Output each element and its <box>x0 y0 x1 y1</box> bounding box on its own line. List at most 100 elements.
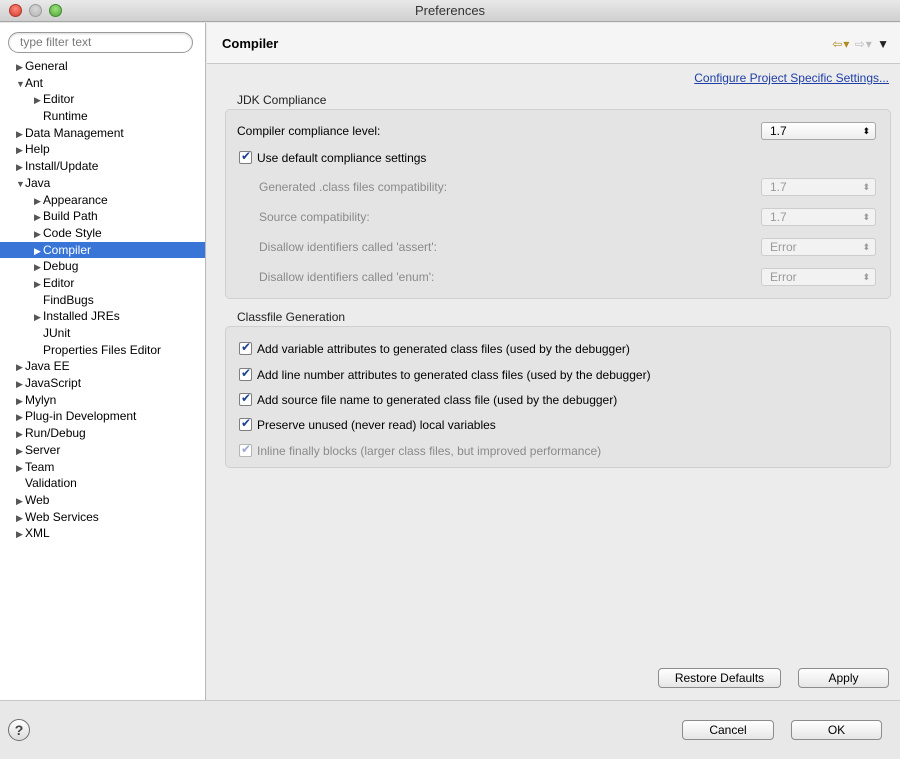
collapsed-arrow-icon[interactable]: ▶ <box>16 126 25 143</box>
collapsed-arrow-icon[interactable]: ▶ <box>16 159 25 176</box>
view-menu-icon[interactable]: ▼ <box>877 37 890 51</box>
minimize-window-button[interactable] <box>29 4 42 17</box>
configure-project-settings-link[interactable]: Configure Project Specific Settings... <box>694 71 889 85</box>
expanded-arrow-icon[interactable]: ▼ <box>16 176 25 193</box>
collapsed-arrow-icon[interactable]: ▶ <box>16 526 25 543</box>
preserve-unused-locals-checkbox[interactable] <box>239 416 252 431</box>
tree-item-install-update[interactable]: ▶ Install/Update <box>0 158 205 175</box>
collapsed-arrow-icon[interactable]: ▶ <box>16 409 25 426</box>
collapsed-arrow-icon[interactable]: ▶ <box>34 209 43 226</box>
tree-item-run-debug[interactable]: ▶ Run/Debug <box>0 425 205 442</box>
page-header: Compiler ⇦▾ ⇨▾ ▼ <box>207 23 900 64</box>
help-icon[interactable]: ? <box>8 719 30 741</box>
tree-item-label: JavaScript <box>25 376 82 391</box>
tree-item-properties-files-editor[interactable]: Properties Files Editor <box>0 342 205 359</box>
tree-item-xml[interactable]: ▶ XML <box>0 525 205 542</box>
collapsed-arrow-icon[interactable]: ▶ <box>16 493 25 510</box>
tree-item-label: Team <box>25 459 55 474</box>
collapsed-arrow-icon[interactable]: ▶ <box>34 259 43 276</box>
collapsed-arrow-icon[interactable]: ▶ <box>16 460 25 477</box>
tree-item-installed-jres[interactable]: ▶ Installed JREs <box>0 308 205 325</box>
expanded-arrow-icon[interactable]: ▼ <box>16 76 25 93</box>
tree-item-ant[interactable]: ▼Ant <box>0 75 205 92</box>
cancel-button[interactable]: Cancel <box>682 720 774 740</box>
tree-item-label: Run/Debug <box>25 426 86 441</box>
tree-item-web[interactable]: ▶ Web <box>0 492 205 509</box>
tree-item-runtime[interactable]: Runtime <box>0 108 205 125</box>
inline-finally-checkbox[interactable] <box>239 442 252 457</box>
source-compatibility-label: Source compatibility: <box>259 210 370 224</box>
tree-item-web-services[interactable]: ▶ Web Services <box>0 509 205 526</box>
tree-item-plug-in-development[interactable]: ▶ Plug-in Development <box>0 408 205 425</box>
disallow-assert-select[interactable]: Error ⬍ <box>761 238 876 256</box>
collapsed-arrow-icon[interactable]: ▶ <box>34 226 43 243</box>
line-number-attributes-checkbox[interactable] <box>239 366 252 381</box>
collapsed-arrow-icon[interactable]: ▶ <box>34 309 43 326</box>
tree-item-java-ee[interactable]: ▶ Java EE <box>0 358 205 375</box>
tree-item-server[interactable]: ▶ Server <box>0 442 205 459</box>
variable-attributes-checkbox[interactable] <box>239 340 252 355</box>
collapsed-arrow-icon[interactable]: ▶ <box>16 142 25 159</box>
tree-item-code-style[interactable]: ▶ Code Style <box>0 225 205 242</box>
classfile-option-row: Preserve unused (never read) local varia… <box>239 416 496 432</box>
tree-item-java[interactable]: ▼Java <box>0 175 205 192</box>
source-file-name-label: Add source file name to generated class … <box>257 393 618 407</box>
disallow-enum-value: Error <box>770 270 797 284</box>
disallow-enum-select[interactable]: Error ⬍ <box>761 268 876 286</box>
compliance-level-select[interactable]: 1.7 ⬍ <box>761 122 876 140</box>
tree-item-label: FindBugs <box>43 292 94 307</box>
tree-item-appearance[interactable]: ▶ Appearance <box>0 192 205 209</box>
tree-item-mylyn[interactable]: ▶ Mylyn <box>0 392 205 409</box>
source-compatibility-select[interactable]: 1.7 ⬍ <box>761 208 876 226</box>
tree-item-javascript[interactable]: ▶ JavaScript <box>0 375 205 392</box>
collapsed-arrow-icon[interactable]: ▶ <box>34 243 43 260</box>
restore-defaults-button[interactable]: Restore Defaults <box>658 668 781 688</box>
tree-item-build-path[interactable]: ▶ Build Path <box>0 208 205 225</box>
classfile-option-row: Add variable attributes to generated cla… <box>239 340 630 356</box>
collapsed-arrow-icon[interactable]: ▶ <box>16 426 25 443</box>
tree-item-compiler[interactable]: ▶ Compiler <box>0 241 205 260</box>
collapsed-arrow-icon[interactable]: ▶ <box>16 443 25 460</box>
compliance-level-value: 1.7 <box>770 124 787 138</box>
classfile-option-row: Inline finally blocks (larger class file… <box>239 442 601 458</box>
tree-item-label: Validation <box>25 476 77 491</box>
preference-page: Compiler ⇦▾ ⇨▾ ▼ Configure Project Speci… <box>207 23 900 700</box>
title-bar: Preferences <box>0 0 900 22</box>
collapsed-arrow-icon[interactable]: ▶ <box>16 393 25 410</box>
filter-input[interactable]: type filter text <box>8 32 193 53</box>
tree-item-help[interactable]: ▶ Help <box>0 141 205 158</box>
tree-item-findbugs[interactable]: FindBugs <box>0 292 205 309</box>
tree-item-validation[interactable]: Validation <box>0 475 205 492</box>
apply-button[interactable]: Apply <box>798 668 889 688</box>
tree-item-label: Mylyn <box>25 392 57 407</box>
tree-item-editor[interactable]: ▶ Editor <box>0 275 205 292</box>
tree-item-junit[interactable]: JUnit <box>0 325 205 342</box>
collapsed-arrow-icon[interactable]: ▶ <box>34 193 43 210</box>
use-default-compliance-checkbox[interactable] <box>239 149 252 164</box>
tree-item-label: Help <box>25 142 50 157</box>
tree-item-general[interactable]: ▶ General <box>0 58 205 75</box>
jdk-compliance-group: Compiler compliance level: 1.7 ⬍ Use def… <box>225 109 891 299</box>
close-window-button[interactable] <box>9 4 22 17</box>
disallow-assert-value: Error <box>770 240 797 254</box>
tree-item-debug[interactable]: ▶ Debug <box>0 258 205 275</box>
zoom-window-button[interactable] <box>49 4 62 17</box>
tree-item-label: Editor <box>43 92 75 107</box>
use-default-compliance-label: Use default compliance settings <box>257 151 427 165</box>
collapsed-arrow-icon[interactable]: ▶ <box>34 92 43 109</box>
collapsed-arrow-icon[interactable]: ▶ <box>16 359 25 376</box>
collapsed-arrow-icon[interactable]: ▶ <box>34 276 43 293</box>
forward-arrow-icon[interactable]: ⇨▾ <box>855 37 873 51</box>
ok-button[interactable]: OK <box>791 720 882 740</box>
line-number-attributes-label: Add line number attributes to generated … <box>257 368 651 382</box>
back-arrow-icon[interactable]: ⇦▾ <box>832 37 850 51</box>
collapsed-arrow-icon[interactable]: ▶ <box>16 59 25 76</box>
generated-compatibility-select[interactable]: 1.7 ⬍ <box>761 178 876 196</box>
tree-item-team[interactable]: ▶ Team <box>0 459 205 476</box>
select-arrows-icon: ⬍ <box>862 182 870 192</box>
collapsed-arrow-icon[interactable]: ▶ <box>16 510 25 527</box>
tree-item-editor[interactable]: ▶ Editor <box>0 91 205 108</box>
tree-item-data-management[interactable]: ▶ Data Management <box>0 125 205 142</box>
source-file-name-checkbox[interactable] <box>239 391 252 406</box>
collapsed-arrow-icon[interactable]: ▶ <box>16 376 25 393</box>
